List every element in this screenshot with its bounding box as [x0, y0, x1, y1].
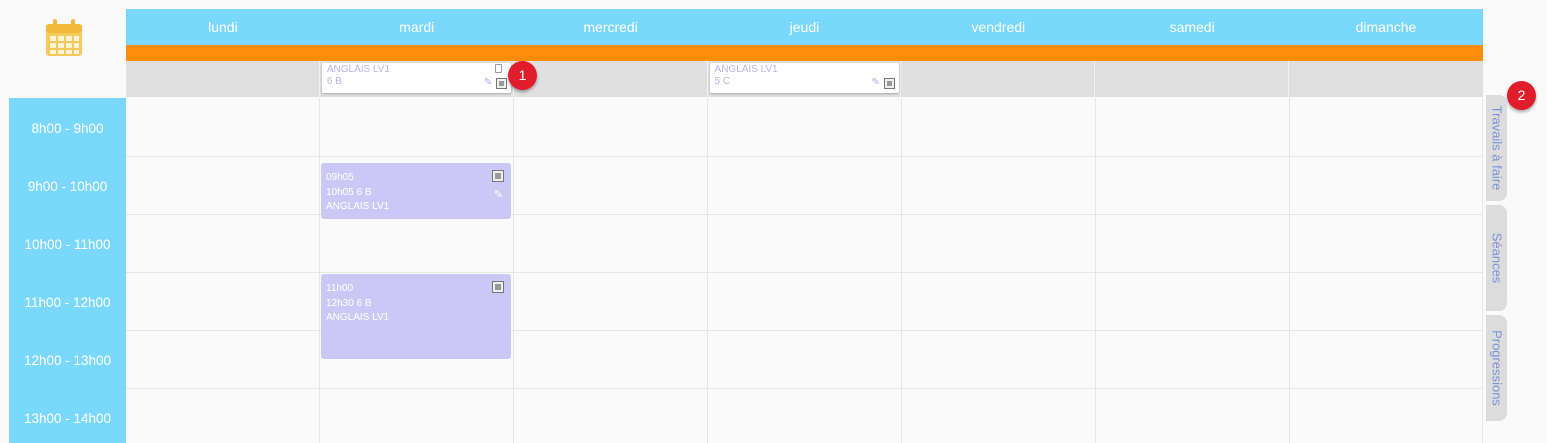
day-header-samedi: samedi: [1169, 19, 1215, 35]
grid-line: [126, 388, 1483, 389]
time-column: 8h00 - 9h00 9h00 - 10h00 10h00 - 11h00 1…: [9, 98, 126, 443]
current-week-bar: [126, 45, 1483, 61]
grid-line: [126, 272, 1483, 273]
checkbox-icon[interactable]: [492, 170, 504, 182]
side-tabs: Travails à faire Séances Progressions: [1486, 95, 1508, 425]
checkbox-icon[interactable]: [492, 281, 504, 293]
time-slot: 10h00 - 11h00: [24, 237, 111, 252]
day-header-mardi: mardi: [399, 19, 435, 35]
tab-label: Progressions: [1489, 330, 1504, 406]
grid-line: [707, 98, 708, 443]
grid-line: [126, 156, 1483, 157]
schedule-grid[interactable]: 09h05 10h05 6 B ANGLAIS LV1 ✎ 11h00 12h3…: [126, 98, 1483, 443]
grid-line: [901, 98, 902, 443]
event-end-class: 10h05 6 B: [326, 187, 372, 198]
day-header: lundi mardi mercredi jeudi vendredi same…: [126, 9, 1483, 45]
pencil-icon[interactable]: ✎: [494, 187, 503, 204]
time-slot: 13h00 - 14h00: [23, 411, 112, 426]
allday-cell-lundi[interactable]: [126, 61, 320, 97]
day-header-mercredi: mercredi: [583, 19, 638, 35]
pencil-icon[interactable]: ✎: [484, 78, 494, 88]
grid-line: [513, 98, 514, 443]
tab-seances[interactable]: Séances: [1486, 205, 1507, 311]
calendar-icon[interactable]: [44, 18, 84, 58]
allday-cell-jeudi[interactable]: ANGLAIS LV1 5 C ✎: [708, 61, 902, 97]
tab-progressions[interactable]: Progressions: [1486, 315, 1507, 421]
help-badge-1[interactable]: 1: [508, 61, 537, 90]
allday-cell-samedi[interactable]: [1095, 61, 1290, 97]
allday-cell-dimanche[interactable]: [1289, 61, 1483, 97]
event-end-class: 12h30 6 B: [326, 298, 372, 309]
homework-subject: ANGLAIS LV1: [714, 64, 778, 75]
pencil-icon[interactable]: ✎: [872, 78, 882, 88]
time-slot: 12h00 - 13h00: [23, 353, 112, 368]
grid-line: [319, 98, 320, 443]
allday-row: ANGLAIS LV1 6 B ✎ ANGLAIS LV1 5 C ✎: [126, 61, 1483, 97]
day-header-jeudi: jeudi: [789, 19, 820, 35]
clipboard-icon[interactable]: [494, 64, 502, 73]
checkbox-icon[interactable]: [495, 78, 507, 89]
day-header-vendredi: vendredi: [971, 19, 1026, 35]
grid-line: [1095, 98, 1096, 443]
time-slot: 9h00 - 10h00: [27, 179, 108, 194]
homework-class: 5 C: [714, 76, 731, 87]
checkbox-icon[interactable]: [883, 78, 895, 89]
time-slot: 11h00 - 12h00: [24, 295, 111, 310]
time-slot: 8h00 - 9h00: [31, 121, 104, 136]
grid-line: [1482, 98, 1483, 443]
allday-cell-mardi[interactable]: ANGLAIS LV1 6 B ✎: [320, 61, 514, 97]
homework-class: 6 B: [326, 76, 342, 87]
day-header-lundi: lundi: [208, 19, 238, 35]
help-badge-2[interactable]: 2: [1507, 81, 1536, 110]
allday-cell-vendredi[interactable]: [901, 61, 1096, 97]
event-subject: ANGLAIS LV1: [326, 312, 390, 323]
event-start: 11h00: [326, 283, 354, 294]
day-header-dimanche: dimanche: [1355, 19, 1417, 35]
homework-card[interactable]: ANGLAIS LV1 5 C ✎: [709, 63, 899, 93]
homework-card[interactable]: ANGLAIS LV1 6 B ✎: [321, 63, 511, 93]
tab-label: Séances: [1489, 232, 1504, 284]
event-subject: ANGLAIS LV1: [326, 201, 390, 212]
grid-line: [1289, 98, 1290, 443]
event-start: 09h05: [326, 172, 354, 183]
lesson-event[interactable]: 09h05 10h05 6 B ANGLAIS LV1 ✎: [321, 163, 511, 219]
tab-travails[interactable]: Travails à faire: [1486, 95, 1507, 201]
homework-subject: ANGLAIS LV1: [326, 64, 391, 75]
allday-cell-mercredi[interactable]: [514, 61, 708, 97]
tab-label: Travails à faire: [1489, 105, 1504, 191]
lesson-event[interactable]: 11h00 12h30 6 B ANGLAIS LV1: [321, 274, 511, 359]
calendar-app: lundi mardi mercredi jeudi vendredi same…: [0, 0, 1547, 443]
